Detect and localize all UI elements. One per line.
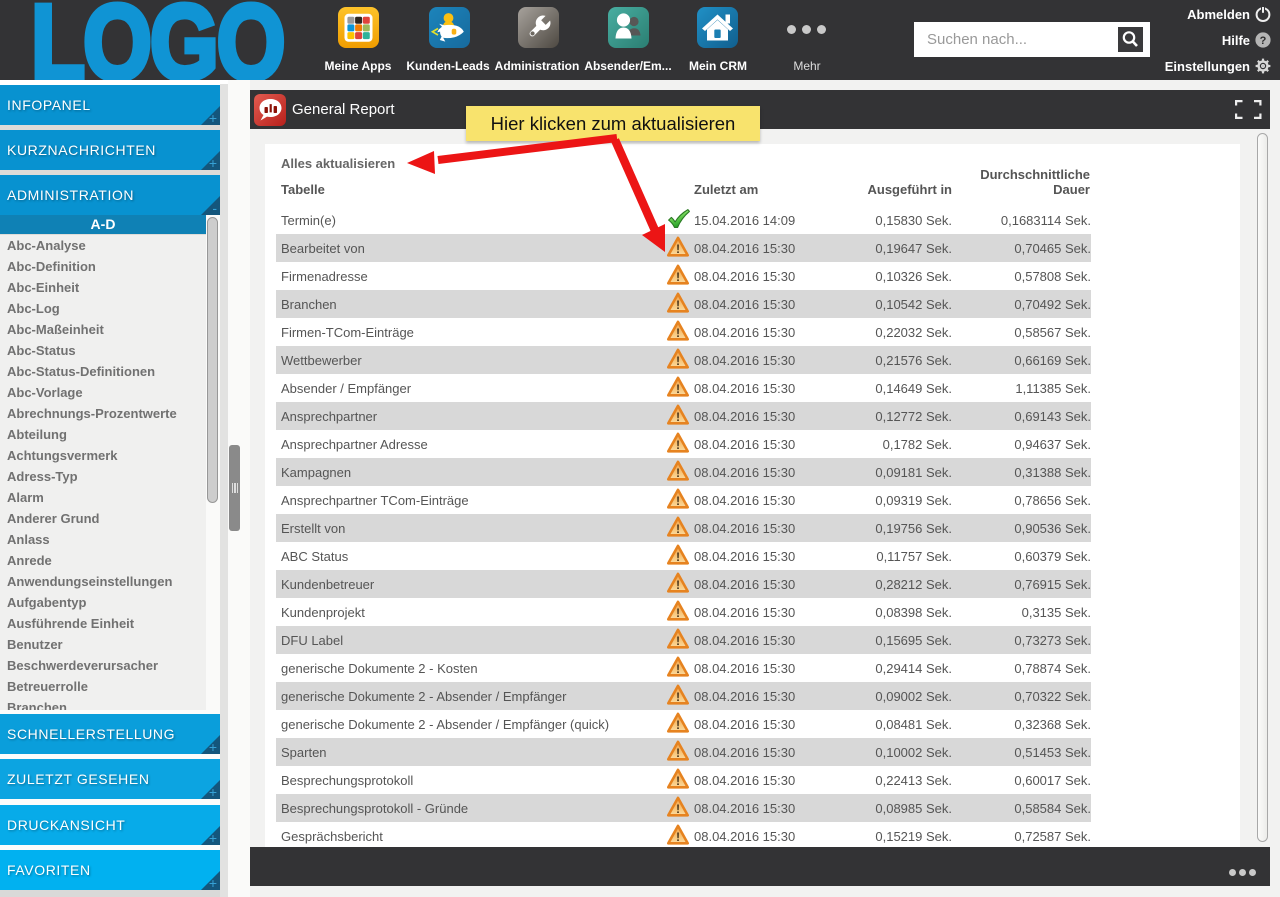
- svg-text:!: !: [676, 804, 680, 816]
- svg-text:!: !: [676, 384, 680, 396]
- svg-text:!: !: [676, 664, 680, 676]
- svg-text:!: !: [676, 244, 680, 256]
- svg-text:!: !: [676, 776, 680, 788]
- svg-text:!: !: [676, 272, 680, 284]
- svg-text:?: ?: [1260, 35, 1267, 47]
- svg-text:!: !: [676, 440, 680, 452]
- svg-text:!: !: [676, 832, 680, 844]
- svg-text:!: !: [676, 496, 680, 508]
- svg-text:!: !: [676, 552, 680, 564]
- svg-text:!: !: [676, 468, 680, 480]
- svg-text:!: !: [676, 580, 680, 592]
- svg-text:!: !: [676, 636, 680, 648]
- svg-text:!: !: [676, 524, 680, 536]
- svg-text:!: !: [676, 356, 680, 368]
- svg-text:!: !: [676, 692, 680, 704]
- svg-text:!: !: [676, 720, 680, 732]
- svg-text:!: !: [676, 328, 680, 340]
- svg-text:!: !: [676, 748, 680, 760]
- svg-text:!: !: [676, 412, 680, 424]
- svg-text:!: !: [676, 300, 680, 312]
- svg-text:!: !: [676, 608, 680, 620]
